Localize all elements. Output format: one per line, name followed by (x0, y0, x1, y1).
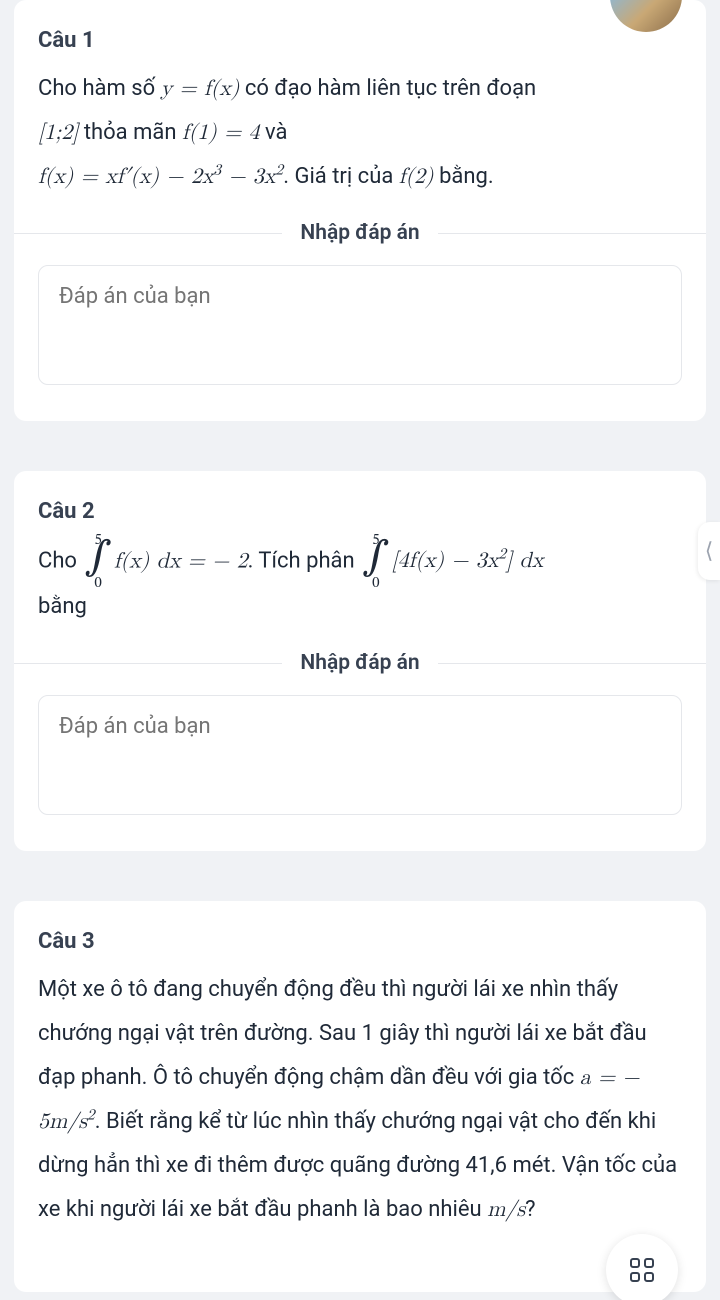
math-expr: [4f(x) − 3x2] dx (392, 550, 544, 572)
side-expand-tab[interactable]: ⟨ (698, 522, 720, 580)
text: . Biết rằng kể từ lúc nhìn thấy chướng n… (38, 1109, 677, 1222)
answer-divider: Nhập đáp án (14, 221, 706, 245)
text: Cho hàm số (38, 76, 161, 101)
question-card-2: Câu 2 Cho 5∫0f(x) dx = − 2. Tích phân 5∫… (14, 471, 706, 851)
answer-input[interactable] (38, 265, 682, 385)
math-expr: y = f(x) (161, 78, 240, 100)
question-body: Cho 5∫0f(x) dx = − 2. Tích phân 5∫0[4f(x… (38, 538, 682, 629)
text: bằng (38, 594, 87, 619)
question-title: Câu 3 (38, 929, 682, 954)
text: Một xe ô tô đang chuyển động đều thì ngư… (38, 977, 647, 1090)
text: . Tích phân (248, 548, 361, 573)
math-expr: f(1) = 4 (182, 122, 260, 144)
math-expr: [1;2] (38, 122, 78, 144)
answer-input[interactable] (38, 695, 682, 815)
text: thỏa mãn (78, 120, 182, 145)
question-title: Câu 2 (38, 499, 682, 524)
math-expr: m/s (487, 1199, 525, 1221)
math-expr: f(2) (399, 166, 434, 188)
text: bằng. (434, 164, 494, 189)
divider-label: Nhập đáp án (282, 221, 437, 245)
math-expr: f(x) = xf′(x) − 2x3 − 3x2 (38, 166, 283, 188)
text: và (260, 120, 288, 145)
question-body: Một xe ô tô đang chuyển động đều thì ngư… (38, 968, 682, 1232)
text: Cho (38, 548, 82, 573)
text: có đạo hàm liên tục trên đoạn (239, 76, 536, 101)
grid-icon (630, 1258, 654, 1282)
math-expr: f(x) dx = − 2 (114, 550, 248, 572)
chevron-left-icon: ⟨ (705, 539, 714, 564)
text: ? (525, 1197, 535, 1222)
text: . Giá trị của (283, 164, 399, 189)
divider-label: Nhập đáp án (282, 651, 437, 675)
question-card-3: Câu 3 Một xe ô tô đang chuyển động đều t… (14, 901, 706, 1292)
question-card-1: Câu 1 Cho hàm số y = f(x) có đạo hàm liê… (14, 0, 706, 421)
question-body: Cho hàm số y = f(x) có đạo hàm liên tục … (38, 67, 682, 199)
answer-divider: Nhập đáp án (14, 651, 706, 675)
integral-icon: 5∫0 (84, 538, 111, 585)
question-title: Câu 1 (38, 28, 682, 53)
grid-menu-button[interactable] (606, 1234, 678, 1300)
integral-icon: 5∫0 (362, 538, 389, 585)
